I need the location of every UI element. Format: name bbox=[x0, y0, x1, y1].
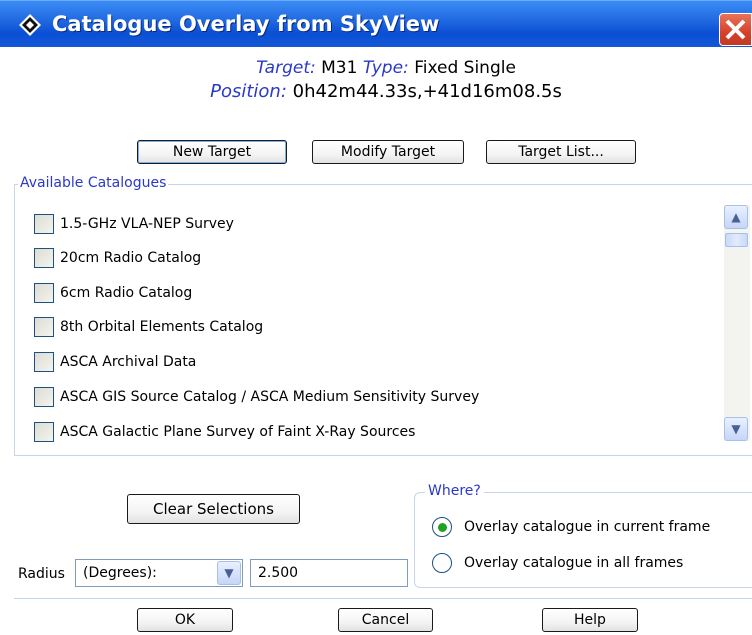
list-item[interactable]: 8th Orbital Elements Catalog bbox=[34, 315, 724, 339]
radius-unit-select[interactable]: (Degrees): ▼ bbox=[75, 559, 243, 587]
help-button[interactable]: Help bbox=[542, 608, 638, 632]
ok-button[interactable]: OK bbox=[137, 608, 233, 632]
footer-divider bbox=[14, 598, 752, 599]
new-target-button[interactable]: New Target bbox=[137, 140, 287, 164]
cancel-button[interactable]: Cancel bbox=[338, 608, 433, 632]
modify-target-button[interactable]: Modify Target bbox=[312, 140, 464, 164]
type-value: Fixed Single bbox=[414, 58, 516, 78]
list-item[interactable]: 1.5-GHz VLA-NEP Survey bbox=[34, 212, 724, 236]
target-label: Target: bbox=[256, 58, 316, 78]
catalogue-checkbox[interactable] bbox=[34, 317, 54, 337]
window-title: Catalogue Overlay from SkyView bbox=[52, 12, 440, 36]
radio-label: Overlay catalogue in all frames bbox=[464, 555, 684, 571]
catalogue-label: 6cm Radio Catalog bbox=[60, 285, 193, 301]
radius-label: Radius bbox=[18, 566, 65, 582]
list-item[interactable]: ASCA Galactic Plane Survey of Faint X-Ra… bbox=[34, 420, 724, 444]
skyview-diamond-icon bbox=[19, 14, 41, 36]
radius-value-input[interactable] bbox=[250, 559, 408, 587]
list-item[interactable]: ASCA Archival Data bbox=[34, 350, 724, 374]
list-item[interactable]: 20cm Radio Catalog bbox=[34, 246, 724, 270]
chevron-down-icon: ▼ bbox=[731, 422, 741, 436]
overlay-current-frame-option[interactable]: Overlay catalogue in current frame bbox=[432, 516, 710, 538]
catalogue-label: 1.5-GHz VLA-NEP Survey bbox=[60, 216, 234, 232]
clear-selections-button[interactable]: Clear Selections bbox=[127, 494, 300, 524]
type-label: Type: bbox=[362, 58, 409, 78]
available-catalogues-legend: Available Catalogues bbox=[18, 175, 169, 191]
close-button[interactable] bbox=[719, 13, 752, 46]
radio-current-frame[interactable] bbox=[432, 517, 452, 537]
catalogue-checkbox[interactable] bbox=[34, 422, 54, 442]
position-value: 0h42m44.33s,+41d16m08.5s bbox=[292, 81, 562, 102]
catalogue-label: 20cm Radio Catalog bbox=[60, 250, 202, 266]
radio-label: Overlay catalogue in current frame bbox=[464, 519, 711, 535]
catalogue-checkbox[interactable] bbox=[34, 214, 54, 234]
overlay-all-frames-option[interactable]: Overlay catalogue in all frames bbox=[432, 552, 683, 574]
catalogue-checkbox[interactable] bbox=[34, 352, 54, 372]
target-list-button[interactable]: Target List... bbox=[486, 140, 636, 164]
radius-unit-value: (Degrees): bbox=[83, 565, 157, 581]
list-item[interactable]: 6cm Radio Catalog bbox=[34, 281, 724, 305]
scroll-up-button[interactable]: ▲ bbox=[724, 205, 748, 229]
catalogue-label: ASCA Galactic Plane Survey of Faint X-Ra… bbox=[60, 424, 416, 440]
catalogue-scrollbar[interactable]: ▲ ▼ bbox=[724, 205, 750, 441]
catalogue-checkbox[interactable] bbox=[34, 248, 54, 268]
radio-all-frames[interactable] bbox=[432, 553, 452, 573]
chevron-up-icon: ▲ bbox=[731, 210, 741, 224]
catalogue-overlay-window: Catalogue Overlay from SkyView Target: M… bbox=[0, 0, 752, 635]
close-icon bbox=[725, 19, 746, 40]
catalogue-checkbox[interactable] bbox=[34, 387, 54, 407]
scroll-down-button[interactable]: ▼ bbox=[724, 417, 748, 441]
catalogue-label: ASCA GIS Source Catalog / ASCA Medium Se… bbox=[60, 389, 480, 405]
list-item[interactable]: ASCA GIS Source Catalog / ASCA Medium Se… bbox=[34, 385, 724, 409]
target-value: M31 bbox=[321, 58, 358, 78]
target-info-line: Target: M31 Type: Fixed Single bbox=[10, 58, 752, 78]
where-legend: Where? bbox=[425, 483, 484, 499]
chevron-down-icon: ▼ bbox=[224, 566, 234, 580]
position-label: Position: bbox=[210, 81, 287, 102]
catalogue-label: 8th Orbital Elements Catalog bbox=[60, 319, 264, 335]
position-info-line: Position: 0h42m44.33s,+41d16m08.5s bbox=[10, 81, 752, 102]
scroll-thumb[interactable] bbox=[725, 233, 748, 247]
dropdown-button[interactable]: ▼ bbox=[217, 561, 241, 585]
catalogue-label: ASCA Archival Data bbox=[60, 354, 197, 370]
catalogue-checkbox[interactable] bbox=[34, 283, 54, 303]
title-bar[interactable]: Catalogue Overlay from SkyView bbox=[0, 0, 752, 47]
